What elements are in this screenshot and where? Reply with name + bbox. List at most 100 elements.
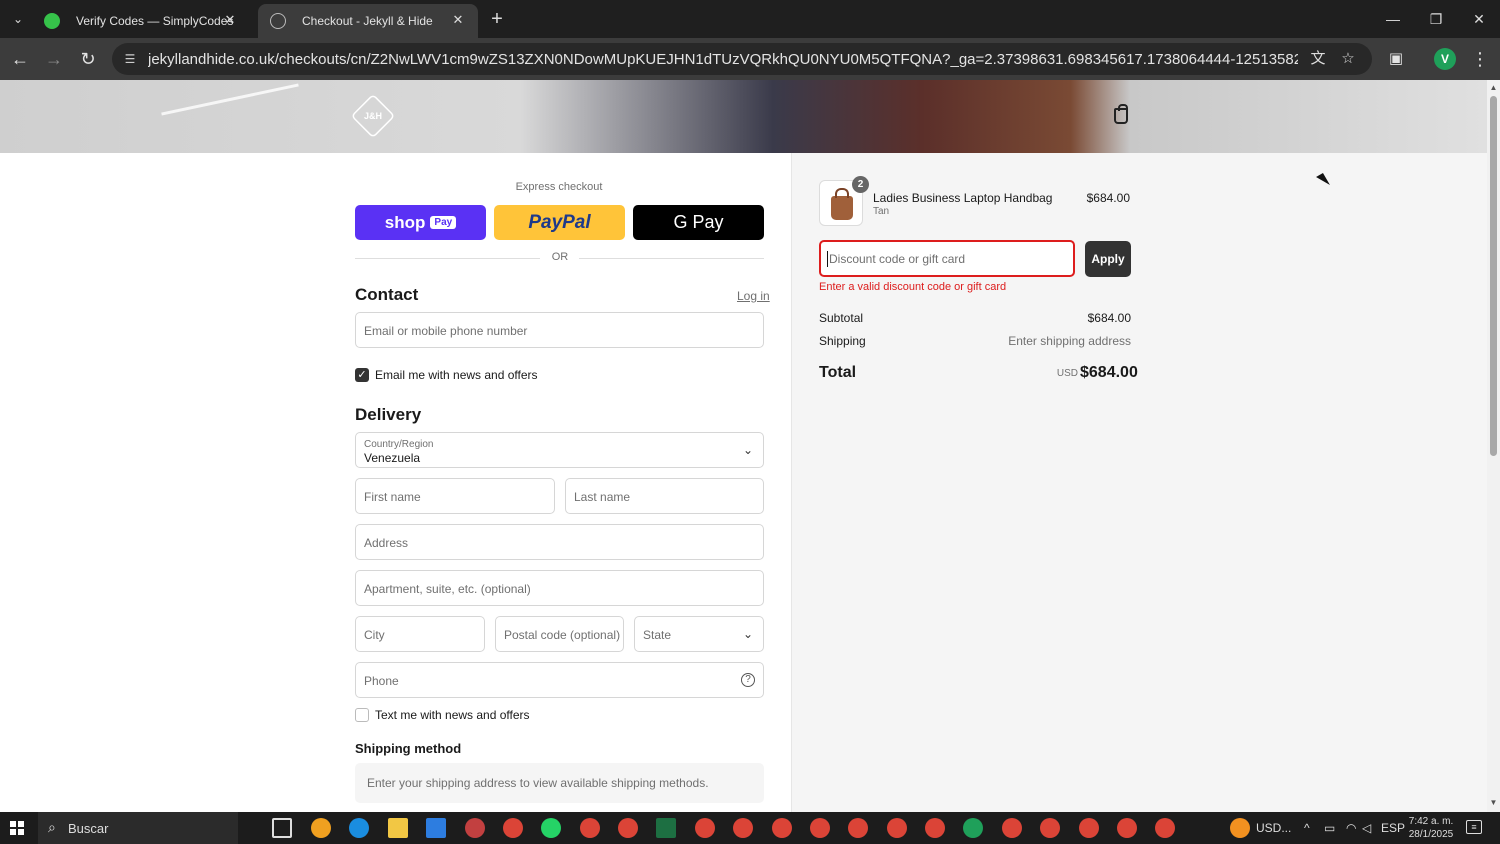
restore-button[interactable]: ❐ (1421, 8, 1451, 30)
forward-button[interactable]: → (42, 47, 66, 71)
page-scrollbar[interactable]: ▲ ▼ (1487, 80, 1500, 812)
tab-checkout[interactable]: Checkout - Jekyll & Hide ✕ (258, 4, 478, 38)
windows-start-icon[interactable] (10, 821, 24, 835)
app-icon[interactable] (465, 818, 485, 838)
currency-widget-icon[interactable] (1230, 818, 1250, 838)
chevron-down-icon: ⌄ (742, 443, 753, 457)
chevron-up-icon[interactable]: ^ (1304, 821, 1310, 835)
cart-bag-icon[interactable] (1114, 104, 1128, 124)
country-value: Venezuela (364, 451, 421, 465)
reload-button[interactable]: ↻ (76, 47, 100, 71)
chrome-active-icon[interactable] (963, 818, 983, 838)
task-view-icon[interactable] (272, 818, 292, 838)
scroll-down-icon[interactable]: ▼ (1489, 798, 1498, 807)
contact-heading: Contact (355, 285, 419, 304)
chrome-icon[interactable] (1002, 818, 1022, 838)
shop-pay-label: shop (384, 212, 426, 232)
network-icon[interactable]: ▭ (1324, 821, 1335, 835)
close-tab-icon[interactable]: ✕ (450, 12, 466, 28)
paypal-button[interactable]: PayPal (494, 205, 625, 240)
close-window-button[interactable]: ✕ (1464, 8, 1494, 30)
chrome-icon[interactable] (733, 818, 753, 838)
translate-icon[interactable]: 文 (1308, 49, 1328, 69)
shipping-info-text: Enter your shipping address to view avai… (367, 776, 709, 790)
whatsapp-icon[interactable] (541, 818, 561, 838)
taskbar-search[interactable]: ⌕ Buscar (38, 812, 238, 844)
url-text[interactable]: jekyllandhide.co.uk/checkouts/cn/Z2NwLWV… (148, 51, 1298, 68)
login-link[interactable]: Log in (737, 289, 770, 303)
or-divider: OR (355, 251, 764, 263)
product-price: $684.00 (1086, 191, 1130, 205)
chrome-icon[interactable] (1155, 818, 1175, 838)
apply-button[interactable]: Apply (1085, 241, 1131, 277)
chrome-icon[interactable] (848, 818, 868, 838)
postal-code-field[interactable]: Postal code (optional) (495, 616, 624, 652)
country-select[interactable]: Country/Region Venezuela ⌄ (355, 432, 764, 468)
help-icon[interactable]: ? (741, 673, 755, 687)
wifi-icon[interactable]: ◠ (1346, 821, 1356, 835)
chrome-icon[interactable] (503, 818, 523, 838)
tab-simplycodes[interactable]: Verify Codes — SimplyCodes ✕ (32, 4, 250, 38)
volume-icon[interactable]: ◁ (1362, 821, 1371, 835)
extensions-icon[interactable]: ▣ (1384, 47, 1408, 71)
google-pay-button[interactable]: G Pay (633, 205, 764, 240)
total-label: Total (819, 364, 857, 381)
store-icon[interactable] (426, 818, 446, 838)
chrome-icon[interactable] (1040, 818, 1060, 838)
chrome-icon[interactable] (695, 818, 715, 838)
first-name-field[interactable]: First name (355, 478, 555, 514)
last-name-field[interactable]: Last name (565, 478, 764, 514)
chrome-icon[interactable] (580, 818, 600, 838)
close-tab-icon[interactable]: ✕ (222, 12, 238, 28)
simplycodes-favicon-icon (44, 13, 60, 29)
email-field[interactable]: Email or mobile phone number (355, 312, 764, 348)
divider-line (579, 258, 764, 259)
discount-error-message: Enter a valid discount code or gift card (819, 281, 1007, 293)
address-field[interactable]: Address (355, 524, 764, 560)
scroll-up-icon[interactable]: ▲ (1489, 83, 1498, 92)
total-value: $684.00 (1080, 364, 1138, 381)
scroll-thumb[interactable] (1490, 96, 1497, 456)
address-bar[interactable]: ☰ jekyllandhide.co.uk/checkouts/cn/Z2NwL… (112, 43, 1372, 75)
discount-code-input[interactable]: Discount code or gift card (819, 240, 1075, 277)
header-banner: J&H (0, 80, 1487, 153)
email-news-checkbox[interactable]: ✓ (355, 368, 369, 382)
minimize-button[interactable]: — (1378, 8, 1408, 30)
profile-avatar[interactable]: V (1434, 48, 1456, 70)
product-variant: Tan (873, 206, 890, 217)
apartment-field[interactable]: Apartment, suite, etc. (optional) (355, 570, 764, 606)
notifications-icon[interactable]: ≡ (1466, 820, 1482, 834)
state-select[interactable]: State ⌄ (634, 616, 764, 652)
chrome-icon[interactable] (887, 818, 907, 838)
last-name-placeholder: Last name (574, 490, 631, 504)
bookmark-star-icon[interactable]: ☆ (1338, 49, 1358, 69)
chrome-icon[interactable] (1079, 818, 1099, 838)
new-tab-button[interactable]: + (486, 8, 508, 30)
store-logo[interactable]: J&H (350, 93, 396, 139)
file-explorer-icon[interactable] (388, 818, 408, 838)
chrome-icon[interactable] (618, 818, 638, 838)
shop-pay-button[interactable]: shop Pay (355, 205, 486, 240)
excel-icon[interactable] (656, 818, 676, 838)
city-field[interactable]: City (355, 616, 485, 652)
chrome-icon[interactable] (810, 818, 830, 838)
taskbar-clock[interactable]: 7:42 a. m. 28/1/2025 (1406, 815, 1456, 841)
chrome-icon[interactable] (772, 818, 792, 838)
text-news-checkbox[interactable] (355, 708, 369, 722)
windows-taskbar: ⌕ Buscar USD... ^ ▭ ◠ ◁ ESP 7:42 a. m. 2… (0, 812, 1500, 844)
chrome-icon[interactable] (1117, 818, 1137, 838)
language-indicator[interactable]: ESP (1381, 821, 1405, 835)
taskbar-search-label: Buscar (68, 821, 109, 836)
tab-search-button[interactable]: ⌄ (6, 8, 30, 30)
currency-widget-label[interactable]: USD... (1256, 821, 1291, 835)
phone-field[interactable]: Phone ? (355, 662, 764, 698)
back-button[interactable]: ← (8, 47, 32, 71)
browser-menu-icon[interactable]: ⋮ (1468, 47, 1492, 71)
site-info-icon[interactable]: ☰ (122, 51, 138, 67)
tab-title: Checkout - Jekyll & Hide (302, 14, 433, 28)
chrome-icon[interactable] (925, 818, 945, 838)
app-icon[interactable] (311, 818, 331, 838)
shipping-value: Enter shipping address (1008, 334, 1131, 348)
phone-placeholder: Phone (364, 674, 399, 688)
edge-icon[interactable] (349, 818, 369, 838)
